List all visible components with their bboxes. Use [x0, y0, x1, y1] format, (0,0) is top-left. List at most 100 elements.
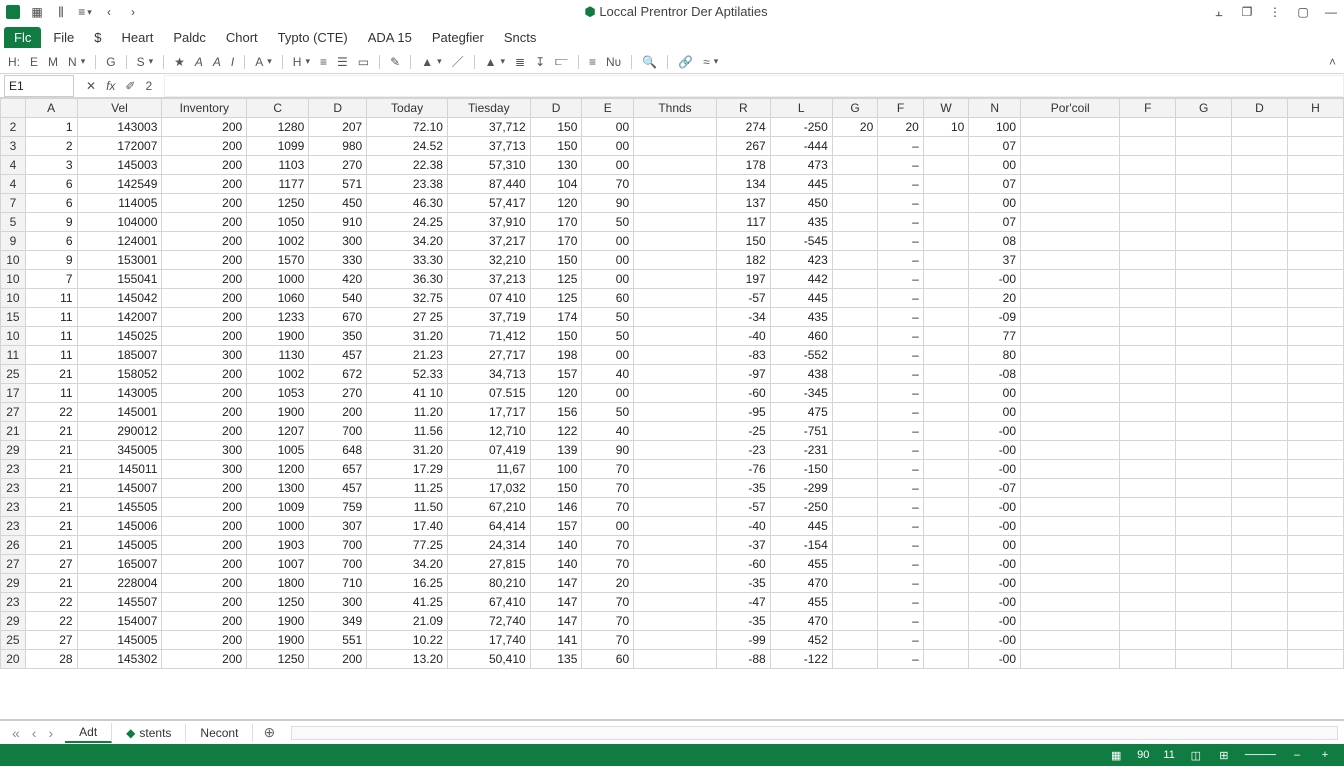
cell[interactable]: 540 [309, 289, 367, 308]
cell[interactable] [832, 384, 878, 403]
clear-icon[interactable]: ✎ [390, 55, 400, 69]
cell[interactable]: 200 [162, 403, 247, 422]
cell[interactable]: – [878, 441, 924, 460]
cell[interactable]: -150 [770, 460, 832, 479]
cell[interactable] [1021, 650, 1120, 669]
cell[interactable]: 1800 [247, 574, 309, 593]
cell[interactable]: 64,414 [447, 517, 530, 536]
cell[interactable]: 200 [162, 631, 247, 650]
cell[interactable] [634, 137, 717, 156]
row-header[interactable]: 27 [1, 555, 26, 574]
zoom-in-icon[interactable]: + [1318, 748, 1332, 762]
cell[interactable]: 1570 [247, 251, 309, 270]
cell[interactable]: 1900 [247, 403, 309, 422]
cell[interactable] [1287, 441, 1343, 460]
cell[interactable] [634, 498, 717, 517]
cell[interactable] [1287, 118, 1343, 137]
cell[interactable]: -00 [969, 441, 1021, 460]
cell[interactable] [1176, 441, 1232, 460]
cell[interactable]: 435 [770, 213, 832, 232]
cell[interactable] [1021, 422, 1120, 441]
cell[interactable] [1176, 118, 1232, 137]
cell[interactable]: 141 [530, 631, 582, 650]
cell[interactable] [832, 650, 878, 669]
cell[interactable]: 70 [582, 460, 634, 479]
cell[interactable] [1120, 612, 1176, 631]
cell[interactable] [1120, 460, 1176, 479]
cell[interactable]: 31.20 [367, 327, 448, 346]
cell[interactable] [1287, 194, 1343, 213]
cell[interactable] [1120, 441, 1176, 460]
cell[interactable]: 21 [25, 422, 77, 441]
cell[interactable] [1021, 403, 1120, 422]
cell[interactable]: 50 [582, 327, 634, 346]
cell[interactable]: 11.25 [367, 479, 448, 498]
sheet-tab-stents[interactable]: ◆stents [112, 724, 186, 742]
row-header[interactable]: 26 [1, 536, 26, 555]
cell[interactable] [1176, 479, 1232, 498]
cell[interactable] [1176, 213, 1232, 232]
cell[interactable] [1120, 479, 1176, 498]
cell[interactable]: 200 [309, 403, 367, 422]
cell[interactable]: 200 [162, 498, 247, 517]
cell[interactable]: 445 [770, 175, 832, 194]
cell[interactable] [1232, 593, 1288, 612]
file-tab[interactable]: Flc [4, 27, 41, 48]
cell[interactable] [634, 574, 717, 593]
filter-icon[interactable]: ≈ [703, 55, 718, 69]
cell[interactable]: 145007 [77, 479, 162, 498]
cell[interactable] [1232, 460, 1288, 479]
cell[interactable]: 50,410 [447, 650, 530, 669]
cell[interactable] [923, 574, 969, 593]
cell[interactable]: 1903 [247, 536, 309, 555]
cell[interactable]: 147 [530, 593, 582, 612]
cell[interactable] [634, 479, 717, 498]
cell[interactable] [1232, 441, 1288, 460]
cell[interactable]: – [878, 384, 924, 403]
cell[interactable] [832, 631, 878, 650]
cell[interactable] [923, 346, 969, 365]
cell[interactable] [1120, 631, 1176, 650]
row-header[interactable]: 23 [1, 593, 26, 612]
column-header-Tod[interactable]: Today [367, 99, 448, 118]
cell[interactable]: 11 [25, 346, 77, 365]
cell[interactable] [1120, 270, 1176, 289]
cell[interactable]: 07.515 [447, 384, 530, 403]
cell[interactable] [1176, 517, 1232, 536]
align-center-icon[interactable]: ☰ [337, 55, 348, 69]
cell[interactable]: 145005 [77, 536, 162, 555]
cell[interactable]: 70 [582, 498, 634, 517]
cell[interactable]: 300 [309, 232, 367, 251]
cell[interactable]: 145003 [77, 156, 162, 175]
cell[interactable]: 104 [530, 175, 582, 194]
cell[interactable]: 1053 [247, 384, 309, 403]
cell[interactable]: 145005 [77, 631, 162, 650]
cell[interactable]: 34,713 [447, 365, 530, 384]
nav-back-icon[interactable]: ‹ [102, 5, 116, 19]
cell[interactable]: 710 [309, 574, 367, 593]
cell[interactable]: 200 [162, 574, 247, 593]
cell[interactable] [1232, 536, 1288, 555]
cell[interactable]: – [878, 156, 924, 175]
cell[interactable]: 07,419 [447, 441, 530, 460]
cell[interactable]: 37,213 [447, 270, 530, 289]
cell[interactable]: -00 [969, 270, 1021, 289]
tb-h2[interactable]: H [293, 55, 310, 69]
cell[interactable] [634, 289, 717, 308]
cell[interactable]: 10.22 [367, 631, 448, 650]
cell[interactable]: 200 [162, 118, 247, 137]
cell[interactable] [832, 460, 878, 479]
cell[interactable] [923, 460, 969, 479]
cell[interactable]: 145507 [77, 593, 162, 612]
cell[interactable] [923, 213, 969, 232]
cell[interactable]: 104000 [77, 213, 162, 232]
cell[interactable]: 349 [309, 612, 367, 631]
cell[interactable] [832, 365, 878, 384]
tb-a3[interactable]: A [255, 55, 272, 69]
cell[interactable]: 200 [162, 194, 247, 213]
cell[interactable] [1021, 156, 1120, 175]
cell[interactable] [923, 498, 969, 517]
cell[interactable] [634, 213, 717, 232]
cell[interactable] [634, 631, 717, 650]
tab-nav-next-icon[interactable]: › [48, 725, 53, 741]
